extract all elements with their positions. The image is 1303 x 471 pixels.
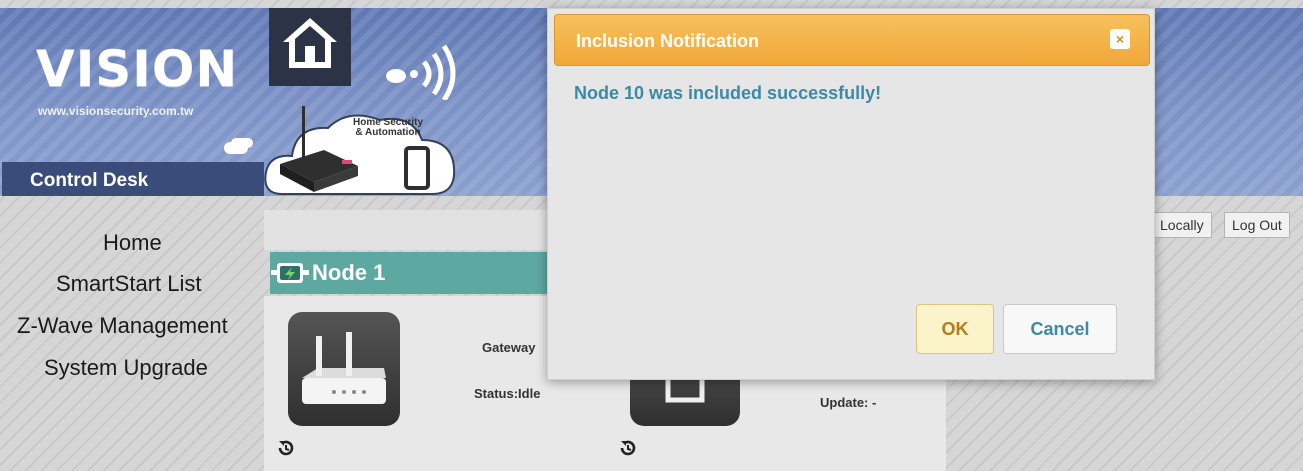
dialog-message: Node 10 was included successfully!: [574, 83, 882, 103]
locally-button[interactable]: Locally: [1152, 212, 1212, 238]
cancel-button[interactable]: Cancel: [1003, 304, 1117, 354]
nav-item-smartstart-list[interactable]: SmartStart List: [56, 271, 201, 297]
history-icon[interactable]: [276, 438, 296, 458]
home-tile: [269, 8, 351, 86]
close-icon[interactable]: ×: [1110, 29, 1130, 49]
home-icon: [283, 18, 337, 68]
nav-item-home[interactable]: Home: [103, 230, 162, 256]
ok-button[interactable]: OK: [916, 304, 994, 354]
router-device-icon: [288, 312, 400, 426]
status-label: Status:Idle: [474, 386, 541, 401]
control-desk-label: Control Desk: [30, 170, 149, 191]
gateway-label: Gateway: [482, 340, 536, 355]
node-title: Node 1: [312, 260, 386, 285]
control-desk-bar: Control Desk: [2, 162, 264, 196]
small-cloud-icon: [224, 142, 248, 154]
nav-item-zwave-management[interactable]: Z-Wave Management: [17, 313, 228, 339]
brand-logo: VISION: [36, 40, 239, 98]
history-icon[interactable]: [618, 438, 638, 458]
dialog-header: Inclusion Notification: [554, 14, 1150, 66]
dialog-title: Inclusion Notification: [576, 31, 759, 51]
nav-item-system-upgrade[interactable]: System Upgrade: [44, 355, 208, 381]
brand-url: www.visionsecurity.com.tw: [38, 104, 194, 118]
main-top-strip: [264, 210, 564, 250]
power-icon: [271, 263, 309, 283]
secondary-device-icon: [630, 371, 740, 426]
logout-button[interactable]: Log Out: [1224, 212, 1290, 238]
tagline: Home Security & Automation: [353, 118, 423, 138]
wifi-icon: [386, 44, 456, 100]
tagline-line2: & Automation: [355, 127, 421, 138]
update-label: Update: -: [820, 395, 877, 410]
inclusion-notification-dialog: Inclusion Notification × Node 10 was inc…: [547, 8, 1155, 380]
